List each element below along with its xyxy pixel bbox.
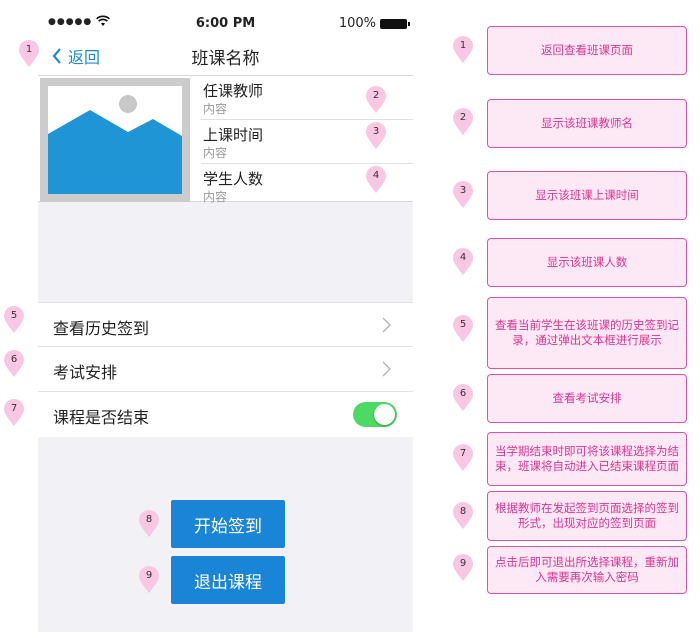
course-ended-toggle[interactable] [353, 402, 397, 427]
start-sign-button[interactable]: 开始签到 [171, 500, 285, 548]
note-3: 显示该班课上课时间 [487, 171, 687, 220]
note-6: 查看考试安排 [487, 374, 687, 423]
history-sign-label: 查看历史签到 [53, 319, 150, 338]
marker-pin: 5 [4, 306, 24, 334]
note-pin: 5 [453, 315, 473, 343]
marker-pin: 6 [4, 350, 24, 378]
note-9: 点击后即可退出所选择课程，重新加入需要再次输入密码 [487, 546, 687, 594]
students-value: 内容 [203, 190, 228, 204]
note-5: 查看当前学生在该班课的历史签到记录，通过弹出文本框进行展示 [487, 297, 687, 369]
teacher-value: 内容 [203, 102, 228, 116]
course-image-placeholder [40, 78, 190, 202]
phone-screen: ●●●●● 6:00 PM 100% 返回 班课名称 任课教师 内容 上课时间 … [38, 12, 413, 632]
note-pin: 7 [453, 444, 473, 472]
note-pin: 8 [453, 502, 473, 530]
exam-schedule-label: 考试安排 [53, 363, 118, 382]
note-pin: 1 [453, 36, 473, 64]
nav-bar: 返回 班课名称 [38, 36, 413, 76]
note-1: 返回查看班课页面 [487, 26, 687, 75]
marker-pin: 2 [366, 86, 386, 114]
history-sign-item[interactable]: 查看历史签到 [38, 302, 413, 347]
teacher-label: 任课教师 [203, 82, 264, 100]
marker-pin: 9 [139, 566, 159, 594]
marker-pin: 3 [366, 122, 386, 150]
course-ended-item: 课程是否结束 [38, 392, 413, 437]
toggle-knob [374, 404, 395, 425]
battery-icon [380, 19, 410, 29]
marker-pin: 1 [19, 40, 39, 68]
course-info-panel: 任课教师 内容 上课时间 内容 学生人数 内容 [38, 76, 413, 204]
chevron-right-icon [382, 317, 391, 333]
schedule-label: 上课时间 [203, 126, 264, 144]
note-7: 当学期结束时即可将该课程选择为结束，班课将自动进入已结束课程页面 [487, 432, 687, 486]
marker-pin: 4 [366, 166, 386, 194]
image-placeholder-icon [48, 95, 182, 194]
note-2: 显示该班课教师名 [487, 99, 687, 148]
note-pin: 3 [453, 181, 473, 209]
note-pin: 9 [453, 554, 473, 582]
page-title: 班课名称 [191, 49, 260, 69]
chevron-right-icon [382, 361, 391, 377]
exam-schedule-item[interactable]: 考试安排 [38, 347, 413, 392]
status-bar: ●●●●● 6:00 PM 100% [38, 12, 413, 36]
note-4: 显示该班课人数 [487, 238, 687, 287]
marker-pin: 8 [139, 510, 159, 538]
note-8: 根据教师在发起签到页面选择的签到形式，出现对应的签到页面 [487, 491, 687, 541]
battery-percent: 100% [338, 16, 376, 31]
students-label: 学生人数 [203, 170, 264, 188]
note-pin: 4 [453, 248, 473, 276]
note-pin: 2 [453, 108, 473, 136]
schedule-value: 内容 [203, 146, 228, 160]
marker-pin: 7 [4, 399, 24, 427]
course-ended-label: 课程是否结束 [53, 408, 150, 427]
note-pin: 6 [453, 384, 473, 412]
quit-course-button[interactable]: 退出课程 [171, 556, 285, 604]
